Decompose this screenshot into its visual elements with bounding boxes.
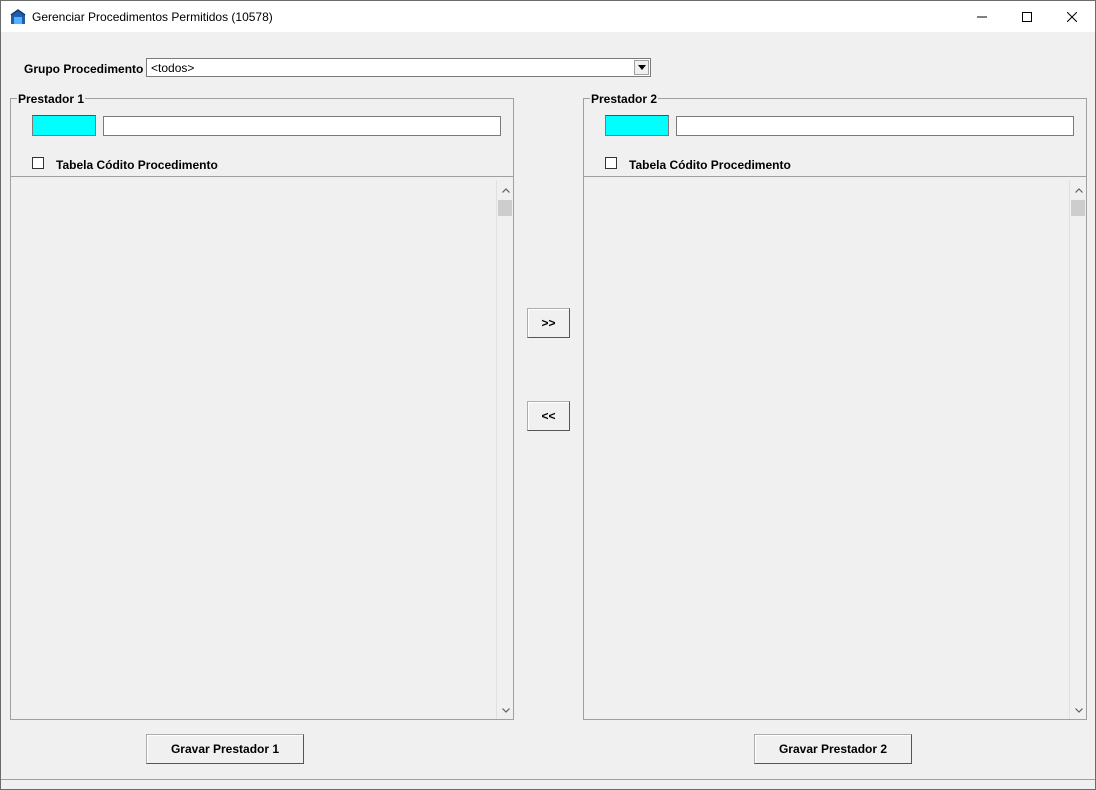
move-right-button[interactable]: >> [527, 308, 570, 338]
chevron-up-icon [1074, 187, 1083, 193]
prestador-2-group: Prestador 2 Tabela Códito Procedimento [583, 92, 1087, 720]
prestador-1-legend: Prestador 1 [17, 92, 86, 106]
title-bar[interactable]: Gerenciar Procedimentos Permitidos (1057… [1, 1, 1095, 32]
scroll-up-button[interactable] [497, 183, 514, 197]
prestador-1-tabela-checkbox[interactable] [32, 157, 44, 169]
minimize-button[interactable] [959, 1, 1005, 32]
chevron-down-icon [637, 65, 646, 70]
prestador-1-procedure-list[interactable] [11, 177, 513, 719]
prestador-2-procedure-list[interactable] [584, 177, 1086, 719]
prestador-2-name-input[interactable] [676, 116, 1074, 136]
prestador-1-scrollbar[interactable] [496, 181, 513, 719]
maximize-icon [1022, 11, 1032, 22]
scroll-thumb[interactable] [1071, 200, 1085, 216]
chevron-down-icon [1074, 707, 1083, 713]
maximize-button[interactable] [1004, 1, 1050, 32]
prestador-2-code-input[interactable] [605, 115, 669, 136]
close-icon [1067, 11, 1077, 22]
prestador-1-code-input[interactable] [32, 115, 96, 136]
grupo-procedimento-label: Grupo Procedimento [24, 62, 144, 76]
minimize-icon [977, 16, 987, 17]
app-icon [10, 9, 26, 25]
gravar-prestador-1-button[interactable]: Gravar Prestador 1 [146, 734, 304, 764]
prestador-2-scrollbar[interactable] [1069, 181, 1086, 719]
close-button[interactable] [1049, 1, 1095, 32]
window-title: Gerenciar Procedimentos Permitidos (1057… [32, 10, 273, 24]
main-window: Gerenciar Procedimentos Permitidos (1057… [0, 0, 1096, 790]
status-bar-divider [1, 779, 1095, 780]
grupo-procedimento-value: <todos> [151, 61, 195, 75]
prestador-2-tabela-checkbox[interactable] [605, 157, 617, 169]
prestador-2-legend: Prestador 2 [590, 92, 659, 106]
move-left-button[interactable]: << [527, 401, 570, 431]
scroll-down-button[interactable] [497, 703, 514, 717]
scroll-thumb[interactable] [498, 200, 512, 216]
prestador-2-tabela-label: Tabela Códito Procedimento [629, 158, 791, 172]
chevron-up-icon [501, 187, 510, 193]
grupo-procedimento-select[interactable]: <todos> [146, 58, 651, 77]
scroll-up-button[interactable] [1070, 183, 1087, 197]
chevron-down-icon [501, 707, 510, 713]
gravar-prestador-2-button[interactable]: Gravar Prestador 2 [754, 734, 912, 764]
prestador-1-tabela-label: Tabela Códito Procedimento [56, 158, 218, 172]
dropdown-button[interactable] [634, 60, 649, 75]
prestador-1-name-input[interactable] [103, 116, 501, 136]
prestador-1-group: Prestador 1 Tabela Códito Procedimento [10, 92, 514, 720]
scroll-down-button[interactable] [1070, 703, 1087, 717]
